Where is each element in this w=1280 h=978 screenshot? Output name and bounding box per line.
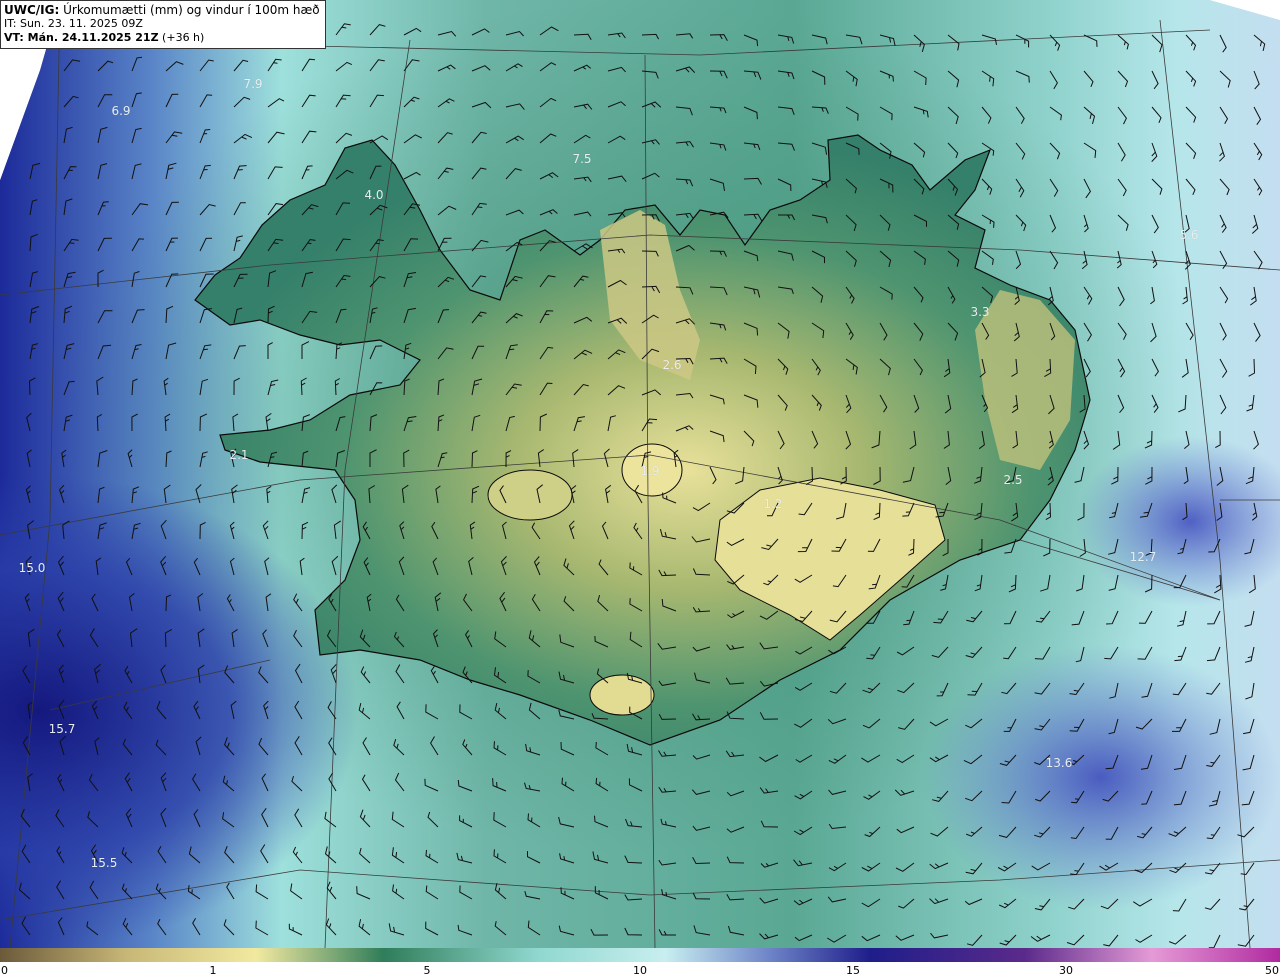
- colorbar: 0 1 5 10 15 30 50: [0, 948, 1280, 978]
- colorbar-tick: 15: [846, 964, 860, 977]
- colorbar-tick: 5: [423, 964, 431, 977]
- lead-time: (+36 h): [158, 31, 205, 44]
- model-tag: UWC/IG:: [4, 3, 60, 17]
- colorbar-tick: 10: [633, 964, 647, 977]
- colorbar-gradient: [0, 948, 1280, 962]
- value-label: 6.9: [111, 104, 131, 118]
- colorbar-tick: 1: [209, 964, 217, 977]
- map-header: UWC/IG: Úrkomumætti (mm) og vindur í 100…: [0, 0, 326, 49]
- myrdalsjokull: [589, 674, 655, 716]
- map-title: Úrkomumætti (mm) og vindur í 100m hæð: [59, 3, 320, 17]
- colorbar-tick: 0: [1, 964, 8, 977]
- value-label: 7.5: [572, 152, 592, 166]
- colorbar-tick: 30: [1059, 964, 1073, 977]
- value-label: 5.6: [1179, 228, 1199, 242]
- value-label: 12.7: [1129, 550, 1157, 564]
- value-label: 3.3: [970, 305, 990, 319]
- value-label: 15.7: [48, 722, 76, 736]
- value-label: 2.6: [662, 358, 682, 372]
- value-label: 1.2: [763, 497, 783, 511]
- value-label: 15.5: [90, 856, 118, 870]
- header-title-line: UWC/IG: Úrkomumætti (mm) og vindur í 100…: [4, 3, 320, 17]
- valid-time-line: VT: Mán. 24.11.2025 21Z (+36 h): [4, 31, 320, 45]
- value-label: 2.1: [229, 448, 249, 462]
- langjokull: [487, 469, 573, 521]
- value-label: 7.9: [243, 77, 263, 91]
- value-label: 4.0: [364, 188, 384, 202]
- init-time: IT: Sun. 23. 11. 2025 09Z: [4, 17, 143, 30]
- value-label: 15.0: [18, 561, 46, 575]
- value-label: 1.9: [640, 464, 660, 478]
- colorbar-tick: 50: [1265, 964, 1279, 977]
- value-label: 13.6: [1045, 756, 1073, 770]
- value-label: 2.5: [1003, 473, 1023, 487]
- valid-time: VT: Mán. 24.11.2025 21Z: [4, 31, 159, 44]
